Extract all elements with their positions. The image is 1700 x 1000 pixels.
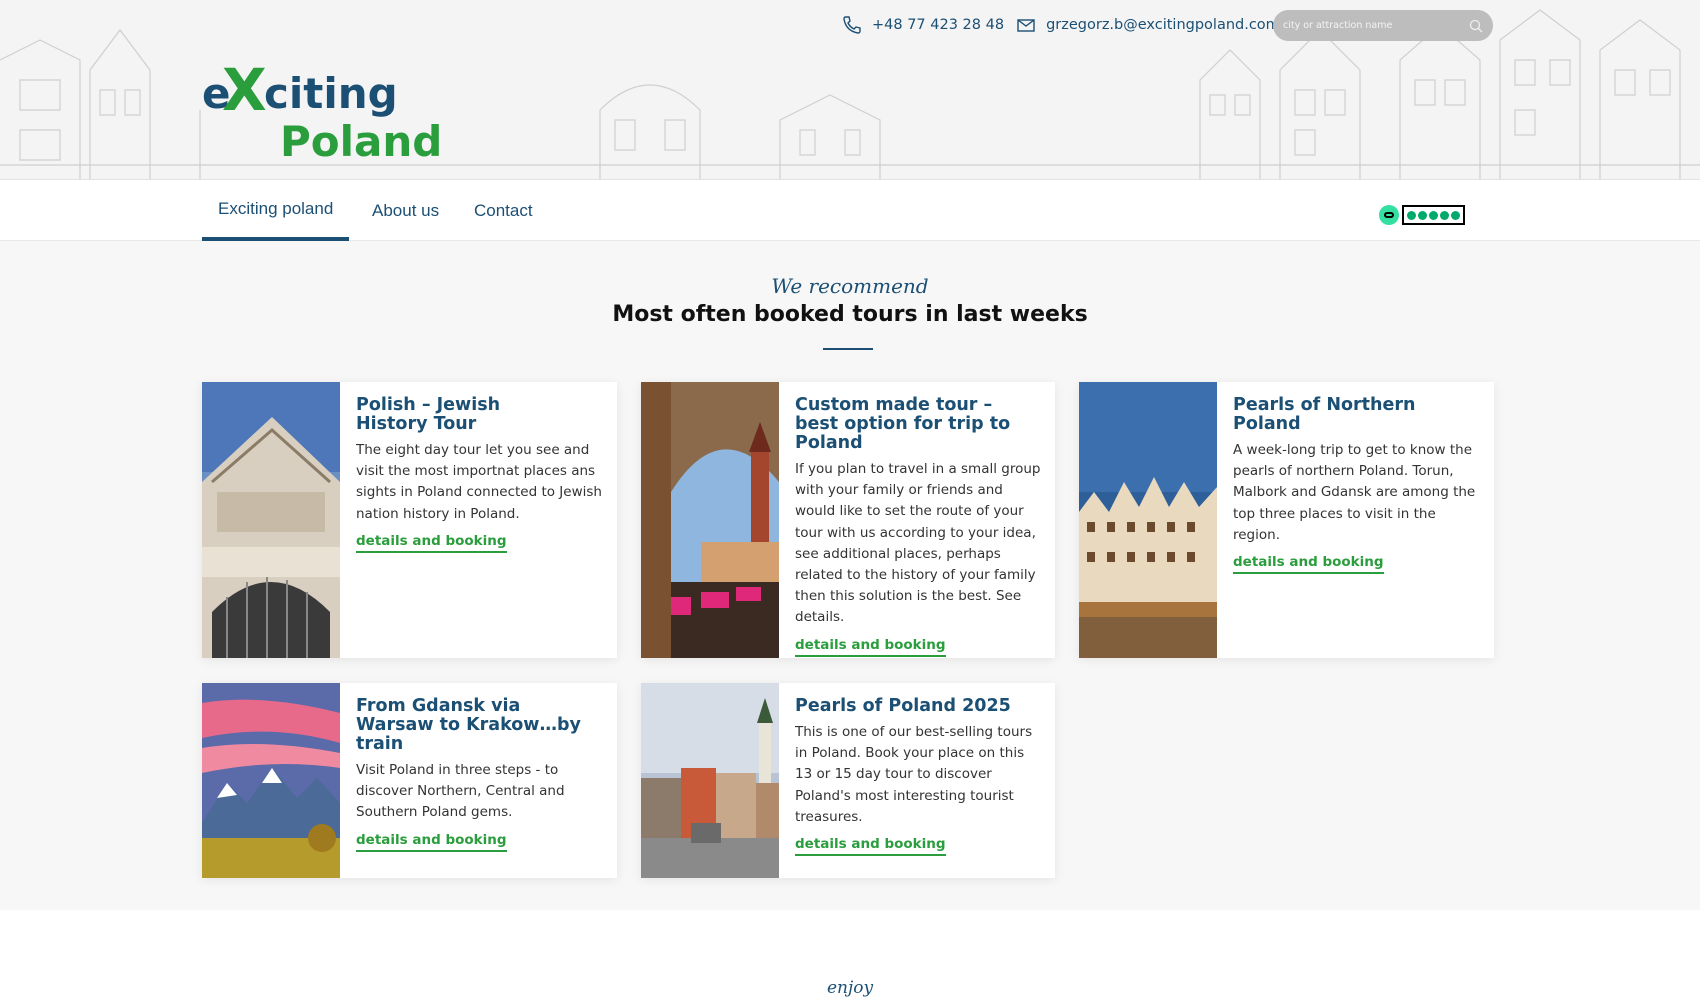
svg-text:X: X: [222, 56, 267, 124]
exciting-poland-logo[interactable]: e X citing Poland: [200, 48, 445, 163]
phone-number[interactable]: +48 77 423 28 48: [872, 17, 1004, 33]
enjoy-script: enjoy: [826, 978, 874, 998]
svg-text:Poland: Poland: [280, 117, 442, 163]
tripadvisor-owl-icon: [1379, 205, 1399, 225]
site-header: e X citing Poland +48 77 423 28 48 grzeg…: [0, 0, 1700, 180]
section-title: Most often booked tours in last weeks: [612, 302, 1088, 327]
nav-exciting-poland[interactable]: Exciting poland: [202, 180, 350, 241]
tour-card[interactable]: Polish – Jewish History Tour The eight d…: [202, 382, 617, 658]
search-icon[interactable]: [1469, 19, 1483, 33]
email-address[interactable]: grzegorz.b@excitingpoland.com: [1046, 17, 1280, 33]
tour-description: If you plan to travel in a small group w…: [795, 461, 1041, 626]
tour-card[interactable]: Pearls of Northern Poland A week-long tr…: [1079, 382, 1494, 658]
phone-icon: [843, 16, 861, 34]
tour-title[interactable]: From Gdansk via Warsaw to Krakow…by trai…: [356, 697, 603, 754]
search-input[interactable]: [1283, 20, 1463, 31]
tour-title[interactable]: Pearls of Northern Poland: [1233, 396, 1480, 434]
tour-image-poznan-square[interactable]: [641, 683, 779, 878]
svg-text:citing: citing: [264, 69, 398, 118]
mail-icon: [1017, 19, 1035, 32]
tour-description: A week-long trip to get to know the pear…: [1233, 442, 1476, 543]
enjoy-section: enjoy: [0, 910, 1700, 1000]
tour-description: Visit Poland in three steps - to discove…: [356, 762, 565, 821]
tour-image-jewish-gate[interactable]: [202, 382, 340, 658]
nav-contact[interactable]: Contact: [474, 180, 533, 241]
tour-card[interactable]: Custom made tour – best option for trip …: [641, 382, 1055, 658]
tour-description: This is one of our best-selling tours in…: [795, 724, 1033, 825]
details-booking-link[interactable]: details and booking: [795, 836, 946, 857]
tour-image-krakow-arcade[interactable]: [641, 382, 779, 658]
title-divider: [823, 348, 873, 350]
rating-bubbles: [1402, 205, 1465, 225]
tour-title[interactable]: Pearls of Poland 2025: [795, 697, 1041, 716]
search-box: [1273, 10, 1493, 41]
tour-image-gdansk-granary[interactable]: [1079, 382, 1217, 658]
details-booking-link[interactable]: details and booking: [795, 637, 946, 657]
contact-bar: +48 77 423 28 48 grzegorz.b@excitingpola…: [842, 12, 1280, 38]
tour-title[interactable]: Custom made tour – best option for trip …: [795, 396, 1041, 453]
tour-card[interactable]: Pearls of Poland 2025 This is one of our…: [641, 683, 1055, 878]
recommend-script: We recommend: [771, 274, 929, 298]
tour-title[interactable]: Polish – Jewish History Tour: [356, 396, 506, 434]
details-booking-link[interactable]: details and booking: [356, 832, 507, 852]
details-booking-link[interactable]: details and booking: [1233, 554, 1384, 575]
details-booking-link[interactable]: details and booking: [356, 533, 507, 553]
tripadvisor-badge[interactable]: [1379, 205, 1465, 225]
nav-about-us[interactable]: About us: [372, 180, 439, 241]
tour-card[interactable]: From Gdansk via Warsaw to Krakow…by trai…: [202, 683, 617, 878]
tour-description: The eight day tour let you see and visit…: [356, 442, 602, 522]
tour-image-tatra-mountains[interactable]: [202, 683, 340, 878]
